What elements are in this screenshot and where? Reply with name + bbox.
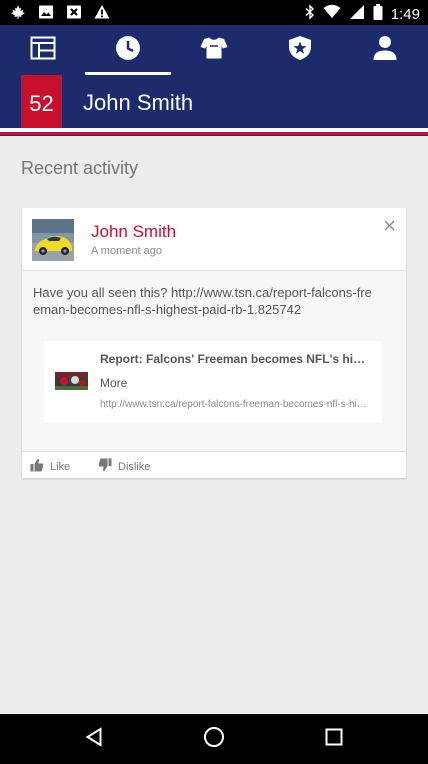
clock-time: 1:49 [390, 5, 420, 23]
close-icon [384, 218, 395, 235]
maple-leaf-icon [10, 4, 26, 25]
post-text: Have you all seen this? http://www.tsn.c… [33, 285, 372, 317]
clock-icon [115, 35, 141, 66]
link-more[interactable]: More [100, 376, 127, 390]
back-triangle-icon [85, 726, 103, 752]
dislike-label: Dislike [118, 460, 151, 473]
player-row: 52 John Smith [0, 75, 428, 133]
wifi-icon [323, 4, 341, 24]
recents-square-icon [324, 727, 344, 752]
signal-icon [349, 4, 365, 24]
warning-icon [94, 4, 110, 25]
content-area[interactable]: Recent activity John Smith A moment ago [0, 136, 428, 714]
app-header: 52 John Smith [0, 25, 428, 136]
section-title: Recent activity [21, 158, 139, 178]
like-label: Like [50, 460, 71, 473]
back-button[interactable] [81, 726, 107, 752]
player-number-badge: 52 [21, 75, 62, 133]
tab-jersey[interactable] [171, 25, 257, 75]
close-button[interactable] [380, 218, 398, 236]
link-thumbnail [55, 372, 88, 390]
home-button[interactable] [201, 726, 227, 752]
activity-card-header: John Smith A moment ago [22, 208, 406, 271]
navigation-bar [0, 714, 428, 764]
activity-card-body: Have you all seen this? http://www.tsn.c… [22, 271, 406, 451]
tab-shield[interactable] [257, 25, 343, 75]
dashboard-icon [30, 36, 56, 65]
post-timestamp: A moment ago [91, 245, 162, 257]
thumbs-down-icon [98, 458, 112, 475]
tab-dashboard[interactable] [0, 25, 86, 75]
tab-activity[interactable] [85, 25, 171, 75]
shield-star-icon [288, 35, 312, 66]
recents-button[interactable] [321, 726, 347, 752]
activity-card-actions: Like Dislike [22, 451, 406, 478]
header-stripe-red [0, 132, 428, 135]
dislike-button[interactable]: Dislike [98, 458, 150, 475]
battery-icon [373, 4, 383, 24]
avatar[interactable] [32, 219, 74, 261]
like-button[interactable]: Like [30, 458, 70, 475]
person-icon [373, 35, 397, 66]
tab-profile[interactable] [342, 25, 428, 75]
bluetooth-icon [305, 4, 315, 24]
author-name[interactable]: John Smith [91, 222, 176, 242]
status-bar: 1:49 [0, 0, 428, 25]
image-icon [38, 4, 54, 25]
activity-card: John Smith A moment ago Have you all see… [22, 208, 406, 478]
link-title[interactable]: Report: Falcons' Freeman becomes NFL's h… [100, 352, 372, 366]
tab-bar [0, 25, 428, 75]
jersey-icon [200, 36, 228, 65]
thumbs-up-icon [30, 458, 44, 475]
player-name: John Smith [83, 90, 194, 115]
home-circle-icon [203, 726, 225, 753]
close-box-icon [66, 4, 82, 25]
link-url[interactable]: http://www.tsn.ca/report-falcons-freeman… [100, 399, 372, 410]
link-preview[interactable]: Report: Falcons' Freeman becomes NFL's h… [44, 341, 382, 423]
